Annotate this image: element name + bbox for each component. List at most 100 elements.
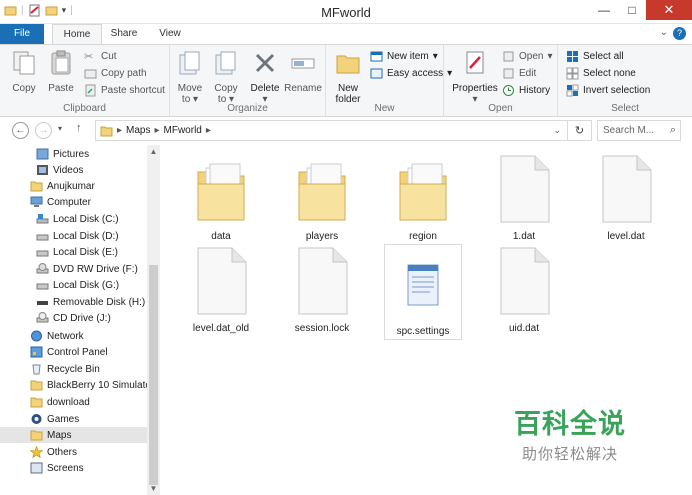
nav-item-videos[interactable]: Videos: [36, 162, 83, 178]
address-dropdown-icon[interactable]: ⌄: [553, 125, 561, 136]
breadcrumb-maps[interactable]: Maps: [126, 125, 150, 136]
up-arrow-icon[interactable]: ↑: [76, 122, 82, 134]
file-item-uid-dat[interactable]: uid.dat: [485, 242, 563, 338]
nav-item-pictures[interactable]: Pictures: [36, 146, 89, 162]
edit-button[interactable]: Edit: [502, 67, 536, 80]
file-item-data[interactable]: data: [182, 150, 260, 246]
collapse-ribbon-icon[interactable]: ⌄: [660, 27, 668, 38]
nav-item-local-disk-d[interactable]: Local Disk (D:): [36, 228, 119, 244]
tab-home[interactable]: Home: [52, 24, 102, 45]
tab-share[interactable]: Share: [104, 24, 144, 44]
nav-item-dvd-rw-drive-f[interactable]: DVD RW Drive (F:): [36, 261, 138, 277]
nav-item-local-disk-g[interactable]: Local Disk (G:): [36, 277, 119, 293]
nav-item-label: Games: [47, 413, 80, 425]
nav-item-network[interactable]: Network: [30, 328, 84, 344]
tab-view[interactable]: View: [150, 24, 190, 44]
paste-button[interactable]: Paste: [44, 49, 78, 94]
properties-label: Properties: [452, 83, 498, 94]
open-label: Open: [519, 51, 544, 62]
delete-button[interactable]: Delete ▾: [248, 49, 282, 105]
nav-item-local-disk-c[interactable]: Local Disk (C:): [36, 211, 119, 227]
paste-shortcut-button[interactable]: Paste shortcut: [84, 84, 165, 97]
search-box[interactable]: Search M... ⌕: [597, 120, 681, 141]
copy-to-icon: [215, 51, 236, 75]
close-button[interactable]: ✕: [646, 0, 692, 20]
history-button[interactable]: History: [502, 84, 550, 97]
scroll-up-icon[interactable]: ▲: [147, 147, 160, 156]
file-name: data: [211, 231, 231, 242]
minimize-button[interactable]: —: [590, 0, 618, 20]
copy-button[interactable]: Copy: [8, 49, 40, 94]
select-none-icon: [566, 67, 579, 80]
watermark-subtitle: 助你轻松解决: [521, 445, 618, 463]
refresh-button[interactable]: ↻: [567, 120, 592, 141]
file-name: 1.dat: [512, 231, 536, 242]
ribbon: Copy Paste ✂ Cut Copy path Paste shortcu…: [0, 44, 692, 117]
nav-item-control-panel[interactable]: Control Panel: [30, 344, 108, 360]
properties-button[interactable]: Properties ▾: [450, 49, 500, 105]
file-item-spc-settings[interactable]: spc.settings: [384, 244, 462, 340]
nav-item-local-disk-e[interactable]: Local Disk (E:): [36, 244, 118, 260]
copy-icon: [13, 51, 35, 75]
nav-item-removable-disk-h[interactable]: Removable Disk (H:): [36, 294, 145, 310]
network-icon: [31, 330, 42, 342]
breadcrumb-mfworld[interactable]: MFworld: [164, 125, 202, 136]
select-all-button[interactable]: Select all: [566, 50, 624, 63]
open-button[interactable]: Open ▾: [502, 50, 553, 63]
tab-file[interactable]: File: [0, 24, 44, 44]
nav-item-download[interactable]: download: [30, 394, 90, 410]
nav-item-label: Local Disk (C:): [53, 213, 119, 225]
nav-item-games[interactable]: Games: [30, 411, 79, 427]
nav-item-computer[interactable]: Computer: [30, 194, 91, 210]
nav-item-screens[interactable]: Screens: [30, 460, 84, 476]
scroll-down-icon[interactable]: ▼: [147, 484, 160, 493]
organize-group: Move to ▾ Copy to ▾ Delete ▾ Rename Organ…: [170, 45, 326, 117]
back-button[interactable]: ←: [12, 122, 29, 139]
nav-item-others[interactable]: Others: [30, 444, 77, 460]
nav-item-cd-drive-j[interactable]: CD Drive (J:): [36, 310, 111, 326]
cut-button[interactable]: ✂ Cut: [84, 50, 117, 63]
select-none-button[interactable]: Select none: [566, 67, 636, 80]
nav-item-blackberry-10-simulator[interactable]: BlackBerry 10 Simulato: [30, 377, 151, 393]
copy-to-button[interactable]: Copy to ▾: [210, 49, 242, 105]
copy-path-button[interactable]: Copy path: [84, 67, 147, 80]
copy-label: Copy: [12, 83, 36, 94]
rename-label: Rename: [284, 83, 322, 94]
nav-item-recycle-bin[interactable]: Recycle Bin: [30, 361, 100, 377]
file-item-session-lock[interactable]: session.lock: [283, 242, 361, 338]
new-group-label: New: [374, 103, 395, 114]
file-item-players[interactable]: players: [283, 150, 361, 246]
address-row: ← → ▾ ↑ ▸ Maps ▸ MFworld ▸ ⌄ ↻ Search M.…: [0, 118, 692, 143]
open-icon: [503, 51, 514, 62]
nav-item-maps[interactable]: Maps: [0, 427, 147, 443]
window-controls: — □ ✕: [590, 0, 692, 20]
folder-icon: [30, 380, 43, 391]
screens-icon: [30, 462, 43, 474]
nav-item-anujkumar[interactable]: Anujkumar: [30, 178, 95, 194]
nav-item-label: Local Disk (D:): [53, 230, 119, 242]
recent-locations-icon[interactable]: ▾: [58, 124, 62, 133]
address-bar[interactable]: ▸ Maps ▸ MFworld ▸ ⌄: [95, 120, 592, 141]
help-icon[interactable]: ?: [673, 27, 686, 40]
maximize-button[interactable]: □: [618, 0, 646, 20]
select-all-label: Select all: [583, 51, 624, 62]
navigation-scrollbar[interactable]: ▲ ▼: [147, 145, 160, 495]
scrollbar-thumb[interactable]: [149, 265, 158, 485]
forward-button[interactable]: →: [35, 122, 52, 139]
system-drive-icon: [36, 214, 49, 224]
new-item-button[interactable]: New item ▾: [370, 50, 438, 63]
file-name: level.dat_old: [192, 323, 250, 334]
file-item-level-dat-old[interactable]: level.dat_old: [182, 242, 260, 338]
copy-path-icon: [84, 69, 97, 79]
file-item-region[interactable]: region: [384, 150, 462, 246]
file-item-level-dat[interactable]: level.dat: [587, 150, 665, 246]
nav-item-label: Local Disk (E:): [53, 246, 119, 258]
invert-selection-button[interactable]: Invert selection: [566, 84, 650, 97]
rename-button[interactable]: Rename: [284, 49, 322, 94]
file-item-1-dat[interactable]: 1.dat: [485, 150, 563, 246]
search-input[interactable]: Search M...: [603, 125, 654, 136]
move-to-button[interactable]: Move to ▾: [174, 49, 206, 105]
new-folder-button[interactable]: New folder: [330, 49, 366, 105]
easy-access-button[interactable]: Easy access ▾: [370, 67, 452, 80]
nav-item-label: Control Panel: [47, 346, 108, 358]
